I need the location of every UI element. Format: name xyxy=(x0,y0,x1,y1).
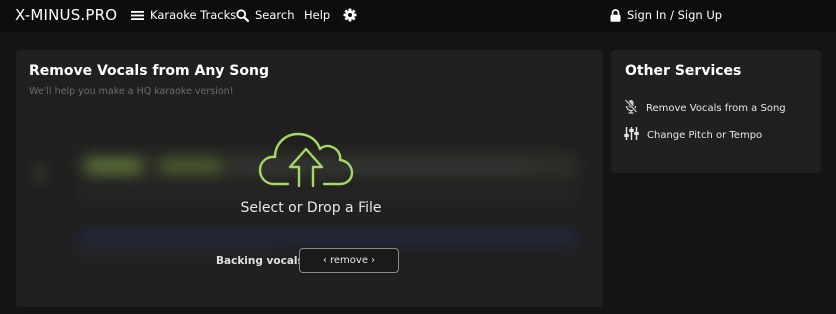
top-nav-bar: X-MINUS.PRO Karaoke Tracks Search Help S… xyxy=(0,0,836,32)
nav-karaoke-tracks-label: Karaoke Tracks xyxy=(150,8,237,22)
sliders-icon xyxy=(624,126,639,144)
settings-button[interactable] xyxy=(343,7,357,23)
dropzone-label: Select or Drop a File xyxy=(240,200,382,216)
lock-icon xyxy=(610,8,621,22)
nav-help-label: Help xyxy=(304,8,331,22)
cloud-upload-icon xyxy=(258,128,354,192)
file-dropzone[interactable]: Select or Drop a File xyxy=(221,128,401,228)
hamburger-icon xyxy=(131,10,144,21)
sidebar-link-remove-vocals[interactable]: Remove Vocals from a Song xyxy=(624,99,786,117)
other-services-panel: Other Services Remove Vocals from a Song xyxy=(611,50,821,173)
page-subtitle: We'll help you make a HQ karaoke version… xyxy=(29,86,234,97)
other-services-title: Other Services xyxy=(625,63,742,79)
mic-off-icon xyxy=(624,99,638,117)
search-icon xyxy=(236,8,249,22)
page-title: Remove Vocals from Any Song xyxy=(29,63,269,79)
nav-karaoke-tracks[interactable]: Karaoke Tracks xyxy=(131,7,236,23)
nav-sign-in[interactable]: Sign In / Sign Up xyxy=(610,7,722,23)
backing-vocals-label: Backing vocals xyxy=(216,255,304,267)
backing-vocals-value: ‹ remove › xyxy=(322,255,376,266)
nav-sign-in-label: Sign In / Sign Up xyxy=(627,8,723,22)
nav-search-label: Search xyxy=(255,8,295,22)
nav-help[interactable]: Help xyxy=(304,7,330,23)
backing-vocals-select[interactable]: ‹ remove › xyxy=(299,248,399,273)
sidebar-link-remove-vocals-label: Remove Vocals from a Song xyxy=(646,102,786,114)
nav-search[interactable]: Search xyxy=(236,7,295,23)
gear-icon xyxy=(343,8,357,22)
brand-logo[interactable]: X-MINUS.PRO xyxy=(15,6,117,24)
sidebar-link-change-pitch-label: Change Pitch or Tempo xyxy=(647,129,763,141)
sidebar-link-change-pitch[interactable]: Change Pitch or Tempo xyxy=(624,127,762,143)
remove-vocals-panel: Remove Vocals from Any Song We'll help y… xyxy=(16,50,603,307)
